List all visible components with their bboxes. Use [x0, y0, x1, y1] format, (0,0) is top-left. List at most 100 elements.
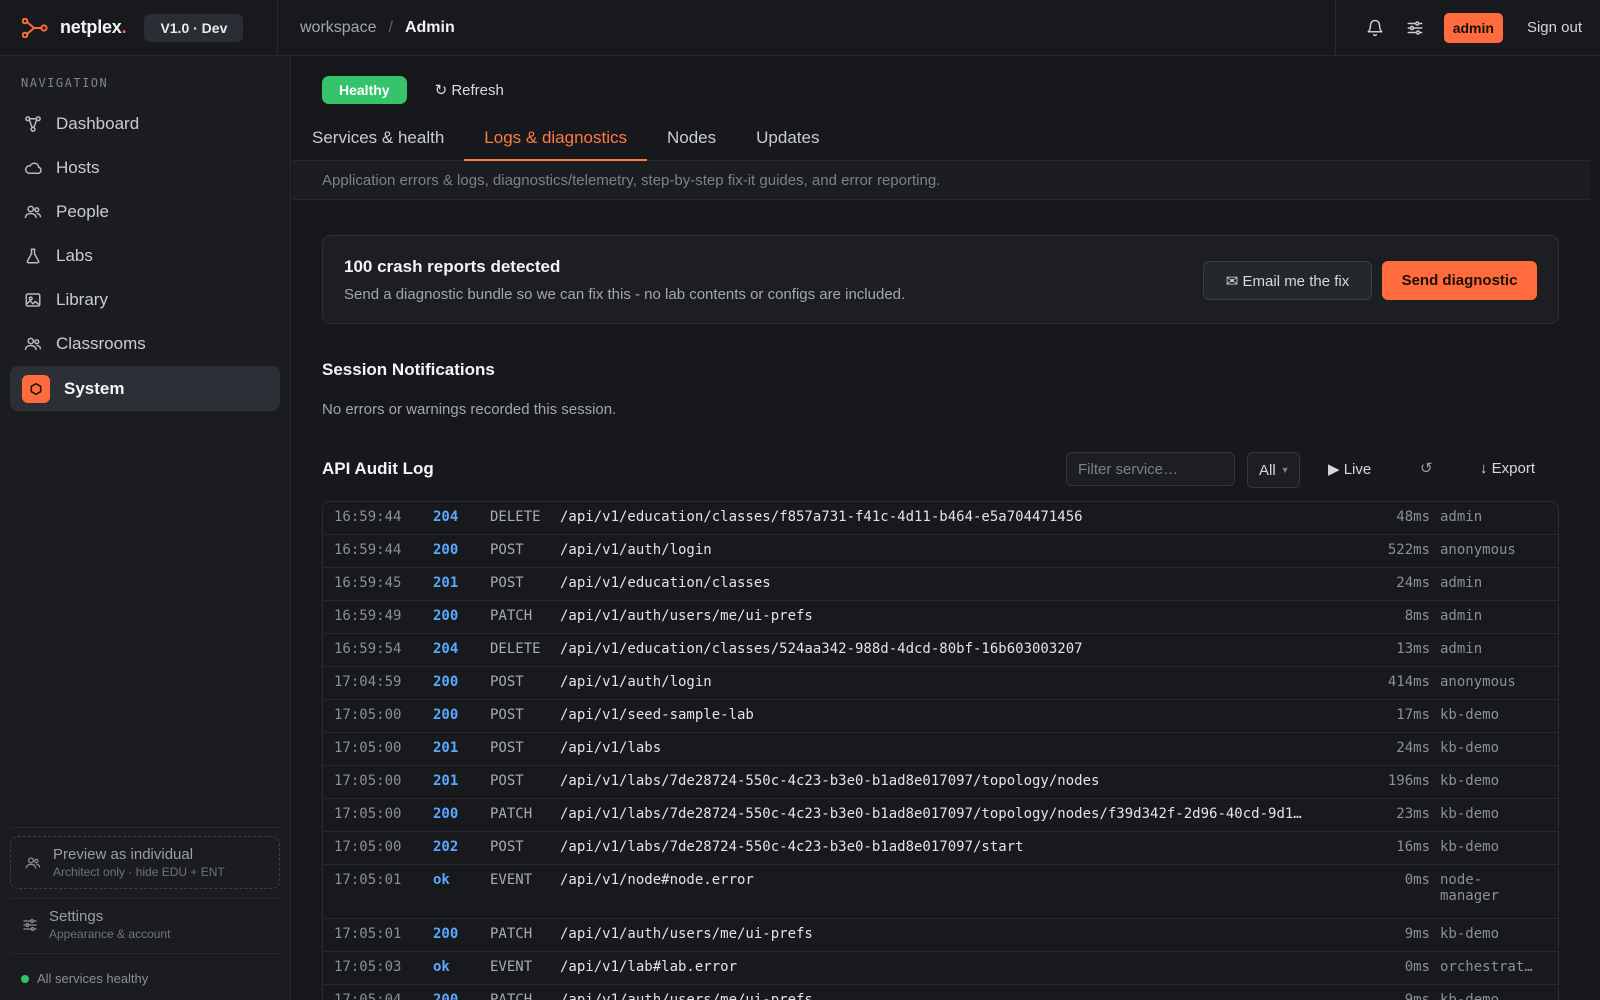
- tab-services-health[interactable]: Services & health: [292, 118, 464, 161]
- send-diagnostic-button[interactable]: Send diagnostic: [1382, 261, 1537, 300]
- log-user: anonymous: [1440, 674, 1516, 690]
- level-select[interactable]: All ▼: [1247, 452, 1300, 488]
- tab-bar: Services & health Logs & diagnostics Nod…: [292, 118, 1590, 161]
- sidebar-item-dashboard[interactable]: Dashboard: [10, 102, 280, 146]
- table-row[interactable]: 16:59:54 204 DELETE /api/v1/education/cl…: [323, 634, 1558, 667]
- log-time: 16:59:44: [334, 509, 402, 525]
- sign-out-button[interactable]: Sign out: [1527, 19, 1582, 36]
- breadcrumb-current: Admin: [404, 18, 455, 36]
- log-time: 16:59:45: [334, 575, 402, 591]
- table-row[interactable]: 16:59:44 200 POST /api/v1/auth/login 522…: [323, 535, 1558, 568]
- table-row[interactable]: 17:04:59 200 POST /api/v1/auth/login 414…: [323, 667, 1558, 700]
- tab-updates[interactable]: Updates: [736, 118, 839, 161]
- log-method: PATCH: [490, 926, 533, 942]
- refresh-button[interactable]: ↻ Refresh: [435, 81, 504, 99]
- top-bar: netplex. V1.0 · Dev workspace / Admin ad…: [0, 0, 1600, 56]
- log-method: POST: [490, 575, 524, 591]
- people-icon: [24, 203, 42, 221]
- settings-button[interactable]: Settings Appearance & account: [22, 908, 170, 941]
- brand-name: netplex.: [60, 17, 127, 37]
- sidebar-item-hosts[interactable]: Hosts: [10, 146, 280, 190]
- log-duration: 522ms: [1387, 542, 1430, 558]
- status-badge: Healthy: [322, 76, 407, 104]
- log-method: PATCH: [490, 608, 533, 624]
- table-row[interactable]: 17:05:00 200 PATCH /api/v1/labs/7de28724…: [323, 799, 1558, 832]
- log-path: /api/v1/education/classes: [560, 575, 771, 591]
- table-row[interactable]: 17:05:01 200 PATCH /api/v1/auth/users/me…: [323, 919, 1558, 952]
- log-duration: 24ms: [1396, 575, 1430, 591]
- sidebar-item-library[interactable]: Library: [10, 278, 280, 322]
- log-time: 16:59:54: [334, 641, 402, 657]
- log-user: node-manager: [1440, 872, 1500, 904]
- flask-icon: [24, 247, 42, 265]
- email-fix-button[interactable]: ✉ Email me the fix: [1203, 261, 1372, 300]
- health-text: All services healthy: [37, 971, 149, 986]
- notifications-button[interactable]: [1358, 11, 1392, 45]
- log-path: /api/v1/auth/login: [560, 542, 712, 558]
- table-row[interactable]: 16:59:45 201 POST /api/v1/education/clas…: [323, 568, 1558, 601]
- log-time: 17:05:00: [334, 773, 402, 789]
- sidebar-item-classrooms[interactable]: Classrooms: [10, 322, 280, 366]
- table-row[interactable]: 17:05:00 201 POST /api/v1/labs 24ms kb-d…: [323, 733, 1558, 766]
- table-row[interactable]: 17:05:00 202 POST /api/v1/labs/7de28724-…: [323, 832, 1558, 865]
- log-duration: 23ms: [1396, 806, 1430, 822]
- admin-badge[interactable]: admin: [1443, 12, 1503, 43]
- export-button[interactable]: ↓ Export: [1480, 460, 1535, 477]
- log-method: EVENT: [490, 872, 533, 888]
- nav-list: Dashboard Hosts People Labs Library Clas…: [10, 102, 280, 411]
- log-method: POST: [490, 740, 524, 756]
- sidebar-item-people[interactable]: People: [10, 190, 280, 234]
- audit-log-table[interactable]: 16:59:44 204 DELETE /api/v1/education/cl…: [322, 501, 1559, 1000]
- log-user: kb-demo: [1440, 926, 1500, 942]
- sidebar-item-labs[interactable]: Labs: [10, 234, 280, 278]
- breadcrumb-workspace[interactable]: workspace: [300, 19, 376, 37]
- log-status-code: 201: [433, 740, 459, 756]
- tab-description-bar: Application errors & logs, diagnostics/t…: [292, 161, 1590, 200]
- log-user: admin: [1440, 575, 1483, 591]
- reload-button[interactable]: ↺: [1420, 459, 1433, 477]
- table-row[interactable]: 17:05:01 ok EVENT /api/v1/node#node.erro…: [323, 865, 1558, 919]
- log-path: /api/v1/auth/login: [560, 674, 712, 690]
- sidebar-item-system[interactable]: System: [10, 366, 280, 411]
- log-user: kb-demo: [1440, 707, 1500, 723]
- table-row[interactable]: 17:05:04 200 PATCH /api/v1/auth/users/me…: [323, 985, 1558, 1000]
- sidebar-item-label: Dashboard: [56, 114, 140, 133]
- preview-as-individual-button[interactable]: Preview as individual Architect only · h…: [10, 836, 280, 889]
- preferences-button[interactable]: [1398, 11, 1432, 45]
- sidebar-item-label: People: [56, 202, 109, 221]
- settings-subtitle: Appearance & account: [49, 927, 171, 941]
- log-user: admin: [1440, 641, 1483, 657]
- table-row[interactable]: 17:05:03 ok EVENT /api/v1/lab#lab.error …: [323, 952, 1558, 985]
- tab-logs-diagnostics[interactable]: Logs & diagnostics: [464, 118, 647, 161]
- log-status-code: 204: [433, 509, 459, 525]
- log-path: /api/v1/education/classes/524aa342-988d-…: [560, 641, 1083, 657]
- brand[interactable]: netplex. V1.0 · Dev: [0, 0, 278, 56]
- log-time: 17:05:00: [334, 839, 402, 855]
- level-select-value: All: [1259, 461, 1276, 479]
- tab-nodes[interactable]: Nodes: [647, 118, 736, 161]
- tab-description: Application errors & logs, diagnostics/t…: [322, 172, 941, 189]
- table-row[interactable]: 17:05:00 200 POST /api/v1/seed-sample-la…: [323, 700, 1558, 733]
- sidebar: NAVIGATION Dashboard Hosts People Labs L…: [0, 56, 291, 1000]
- log-method: PATCH: [490, 806, 533, 822]
- sidebar-item-label: Labs: [56, 246, 93, 265]
- shield-icon: [22, 374, 50, 403]
- log-duration: 9ms: [1404, 992, 1430, 1000]
- log-duration: 0ms: [1404, 872, 1430, 888]
- health-dot-icon: [21, 974, 29, 983]
- breadcrumb-separator: /: [388, 18, 393, 36]
- preview-title: Preview as individual: [53, 846, 194, 863]
- version-badge[interactable]: V1.0 · Dev: [144, 13, 244, 42]
- log-method: DELETE: [490, 509, 541, 525]
- sliders-icon: [1407, 20, 1423, 35]
- live-button[interactable]: ▶ Live: [1328, 460, 1371, 478]
- log-status-code: 200: [433, 674, 459, 690]
- log-user: kb-demo: [1440, 806, 1500, 822]
- crash-title: 100 crash reports detected: [344, 257, 561, 276]
- table-row[interactable]: 16:59:44 204 DELETE /api/v1/education/cl…: [323, 502, 1558, 535]
- table-row[interactable]: 16:59:49 200 PATCH /api/v1/auth/users/me…: [323, 601, 1558, 634]
- preview-subtitle: Architect only · hide EDU + ENT: [53, 865, 225, 879]
- table-row[interactable]: 17:05:00 201 POST /api/v1/labs/7de28724-…: [323, 766, 1558, 799]
- log-path: /api/v1/node#node.error: [560, 872, 754, 888]
- filter-service-input[interactable]: [1066, 452, 1235, 486]
